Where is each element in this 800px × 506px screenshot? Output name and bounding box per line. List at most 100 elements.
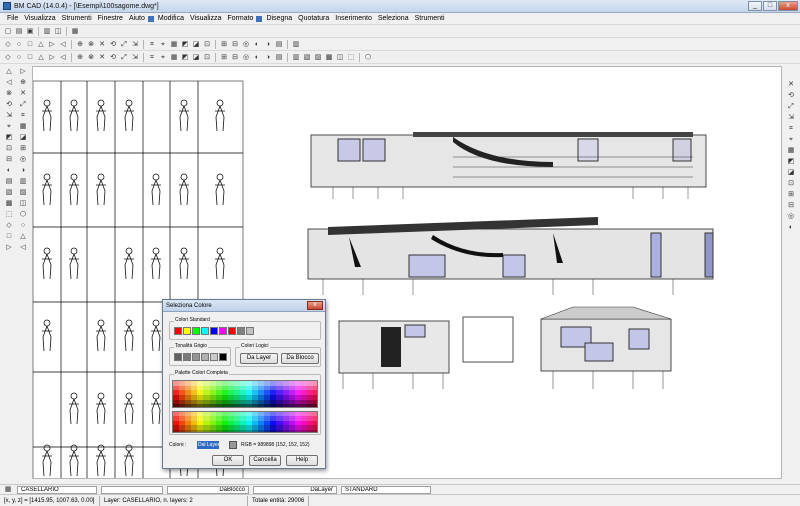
fillet-icon[interactable]: ○ <box>17 221 29 231</box>
hatch-icon[interactable]: ⌖ <box>3 122 15 132</box>
zoom-out-icon[interactable]: ◁ <box>58 53 68 63</box>
fillet-icon[interactable]: ▤ <box>274 40 284 50</box>
subtract-icon[interactable]: ⊞ <box>219 40 229 50</box>
explode-icon[interactable]: □ <box>3 232 15 242</box>
osnap-mid-icon[interactable]: ⟲ <box>786 91 796 101</box>
rotate-icon[interactable]: ▧ <box>3 188 15 198</box>
block-icon[interactable]: ◪ <box>17 133 29 143</box>
intersect-icon[interactable]: ⊟ <box>230 40 240 50</box>
torus-icon[interactable]: ◁ <box>58 40 68 50</box>
circle-icon[interactable]: ✕ <box>17 89 29 99</box>
stretch-icon[interactable]: ▩ <box>3 199 15 209</box>
zoom-icon[interactable]: ◑ <box>263 40 273 50</box>
extrude-icon[interactable]: ◩ <box>180 40 190 50</box>
trim-icon[interactable]: ◫ <box>17 199 29 209</box>
osnap-par-icon[interactable]: ◎ <box>786 212 796 222</box>
section-icon[interactable]: ⌖ <box>158 40 168 50</box>
close-button[interactable]: x <box>778 1 798 11</box>
textstyle-dropdown[interactable]: STANDARD <box>341 485 431 494</box>
menu-quotatura[interactable]: Quotatura <box>295 15 332 22</box>
ray-icon[interactable]: ◁ <box>3 78 15 88</box>
mirror3d-icon[interactable]: ⤢ <box>119 40 129 50</box>
rect-icon[interactable]: ⟲ <box>3 100 15 110</box>
gray-swatch[interactable] <box>192 353 200 361</box>
help-button[interactable]: Help <box>286 455 318 466</box>
orbit-icon[interactable]: ◐ <box>252 40 262 50</box>
gray-swatch[interactable] <box>174 353 182 361</box>
mtext-icon[interactable]: ◩ <box>3 133 15 143</box>
hue-palette-bottom[interactable] <box>172 411 318 433</box>
layer-dropdown[interactable]: CASELLARIO <box>17 485 97 494</box>
camera-icon[interactable]: ▧ <box>302 53 312 63</box>
zoom-in-icon[interactable]: ▷ <box>47 53 57 63</box>
sphere-icon[interactable]: ▷ <box>47 40 57 50</box>
layer-manager-icon[interactable]: ▦ <box>3 485 13 495</box>
cone-icon[interactable]: □ <box>25 40 35 50</box>
region-icon[interactable]: ▷ <box>3 243 15 253</box>
osnap-end-icon[interactable]: ✕ <box>786 80 796 90</box>
menu-modifica[interactable]: Modifica <box>155 15 187 22</box>
open-icon[interactable]: ▤ <box>14 27 24 37</box>
chamfer-icon[interactable]: ◇ <box>3 221 15 231</box>
gray-swatch[interactable] <box>210 353 218 361</box>
box-icon[interactable]: ◇ <box>3 40 13 50</box>
view-top-icon[interactable]: ✕ <box>97 53 107 63</box>
zoom-realtime-icon[interactable]: ◐ <box>252 53 262 63</box>
standard-color-swatch[interactable] <box>246 327 254 335</box>
text-icon[interactable]: ▦ <box>17 122 29 132</box>
array-icon[interactable]: ▤ <box>3 177 15 187</box>
standard-color-swatch[interactable] <box>201 327 209 335</box>
save-icon[interactable]: ▣ <box>25 27 35 37</box>
standard-color-swatch[interactable] <box>183 327 191 335</box>
walk-icon[interactable]: ▨ <box>313 53 323 63</box>
osnap-perp-icon[interactable]: ◪ <box>786 168 796 178</box>
palette-cell[interactable] <box>312 404 317 407</box>
interfere-icon[interactable]: ▦ <box>169 40 179 50</box>
chamfer-icon[interactable]: ▥ <box>291 40 301 50</box>
arc-icon[interactable]: ⊗ <box>3 89 15 99</box>
color-dropdown[interactable] <box>101 485 163 494</box>
ellipse-icon[interactable]: ⇲ <box>3 111 15 121</box>
xline-icon[interactable]: ⊕ <box>17 78 29 88</box>
view-right-icon[interactable]: ⇲ <box>130 53 140 63</box>
color-value-field[interactable]: Dal Layer <box>197 441 219 449</box>
zoom-scale-icon[interactable]: □ <box>25 53 35 63</box>
menu-visualizza[interactable]: Visualizza <box>21 15 58 22</box>
zoom-extents-icon[interactable]: ⊗ <box>86 53 96 63</box>
revolve-icon[interactable]: ◪ <box>191 40 201 50</box>
menu-inserimento[interactable]: Inserimento <box>332 15 375 22</box>
bylayer-button[interactable]: Da Layer <box>240 353 278 364</box>
preview-icon[interactable]: ◫ <box>53 27 63 37</box>
gray-swatch[interactable] <box>201 353 209 361</box>
osnap-ext-icon[interactable]: ▦ <box>786 146 796 156</box>
zoom-window-icon[interactable]: ◇ <box>3 53 13 63</box>
menu-strumenti[interactable]: Strumenti <box>59 15 95 22</box>
offset-icon[interactable]: ◑ <box>17 166 29 176</box>
table-icon[interactable]: ◁ <box>17 243 29 253</box>
new-icon[interactable]: ▢ <box>3 27 13 37</box>
print-icon[interactable]: ▥ <box>42 27 52 37</box>
osnap-near-icon[interactable]: ⊞ <box>786 190 796 200</box>
move3d-icon[interactable]: ⊗ <box>86 40 96 50</box>
ok-button[interactable]: OK <box>212 455 244 466</box>
osnap-app-icon[interactable]: ⊟ <box>786 201 796 211</box>
slice-icon[interactable]: ⌗ <box>147 40 157 50</box>
standard-color-swatch[interactable] <box>174 327 182 335</box>
extend-icon[interactable]: ⬚ <box>3 210 15 220</box>
view-front-icon[interactable]: ⌗ <box>147 53 157 63</box>
linetype-dropdown[interactable]: DaBlocco <box>167 485 249 494</box>
osnap-none-icon[interactable]: ◐ <box>786 223 796 233</box>
regen-icon[interactable]: ⊞ <box>219 53 229 63</box>
scale-icon[interactable]: ▨ <box>17 188 29 198</box>
view-iso-ne-icon[interactable]: ◪ <box>191 53 201 63</box>
minimize-button[interactable]: _ <box>748 1 762 11</box>
osnap-int-icon[interactable]: ⌖ <box>786 135 796 145</box>
standard-color-swatch[interactable] <box>210 327 218 335</box>
publish-icon[interactable]: ▦ <box>70 27 80 37</box>
byblock-button[interactable]: Da Blocco <box>281 353 319 364</box>
dialog-close-button[interactable]: x <box>307 301 323 310</box>
materials-icon[interactable]: ⬡ <box>363 53 373 63</box>
pyramid-icon[interactable]: ⊕ <box>75 40 85 50</box>
standard-color-swatch[interactable] <box>192 327 200 335</box>
hue-palette-top[interactable] <box>172 380 318 408</box>
